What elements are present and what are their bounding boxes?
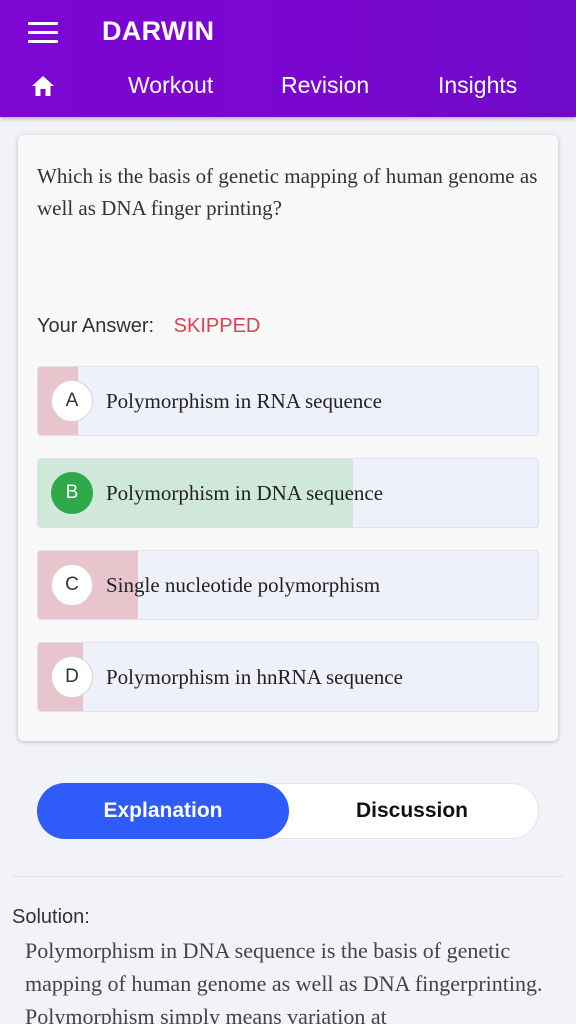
tab-workout[interactable]: Workout bbox=[128, 72, 213, 99]
option-c-letter: C bbox=[51, 564, 93, 606]
option-b[interactable]: B Polymorphism in DNA sequence bbox=[37, 458, 539, 528]
option-c-text: Single nucleotide polymorphism bbox=[106, 573, 381, 597]
option-a[interactable]: A Polymorphism in RNA sequence bbox=[37, 366, 539, 436]
solution-text: Polymorphism in DNA sequence is the basi… bbox=[25, 938, 543, 1024]
home-icon[interactable] bbox=[30, 74, 56, 98]
app-title: DARWIN bbox=[102, 16, 215, 46]
tab-insights[interactable]: Insights bbox=[438, 72, 517, 99]
option-d-text: Polymorphism in hnRNA sequence bbox=[106, 665, 403, 689]
explanation-discussion-toggle: Explanation Discussion bbox=[37, 783, 539, 839]
explanation-button[interactable]: Explanation bbox=[37, 783, 289, 839]
question-card: Which is the basis of genetic mapping of… bbox=[18, 135, 558, 741]
question-text: Which is the basis of genetic mapping of… bbox=[37, 164, 538, 220]
option-d-letter: D bbox=[51, 656, 93, 698]
option-b-text: Polymorphism in DNA sequence bbox=[106, 481, 384, 505]
option-a-text: Polymorphism in RNA sequence bbox=[106, 389, 382, 413]
solution-label: Solution: bbox=[12, 906, 90, 928]
your-answer-label: Your Answer: bbox=[37, 315, 155, 337]
app-header: DARWIN Workout Revision Insights bbox=[0, 0, 576, 117]
tab-revision[interactable]: Revision bbox=[281, 72, 369, 99]
option-c[interactable]: C Single nucleotide polymorphism bbox=[37, 550, 539, 620]
discussion-button[interactable]: Discussion bbox=[286, 783, 538, 839]
your-answer-status: SKIPPED bbox=[173, 315, 261, 337]
section-divider bbox=[12, 876, 564, 877]
option-b-letter: B bbox=[51, 472, 93, 514]
hamburger-menu-icon[interactable] bbox=[28, 22, 58, 44]
option-d[interactable]: D Polymorphism in hnRNA sequence bbox=[37, 642, 539, 712]
option-a-letter: A bbox=[51, 380, 93, 422]
your-answer-row: Your Answer: SKIPPED bbox=[37, 315, 260, 338]
